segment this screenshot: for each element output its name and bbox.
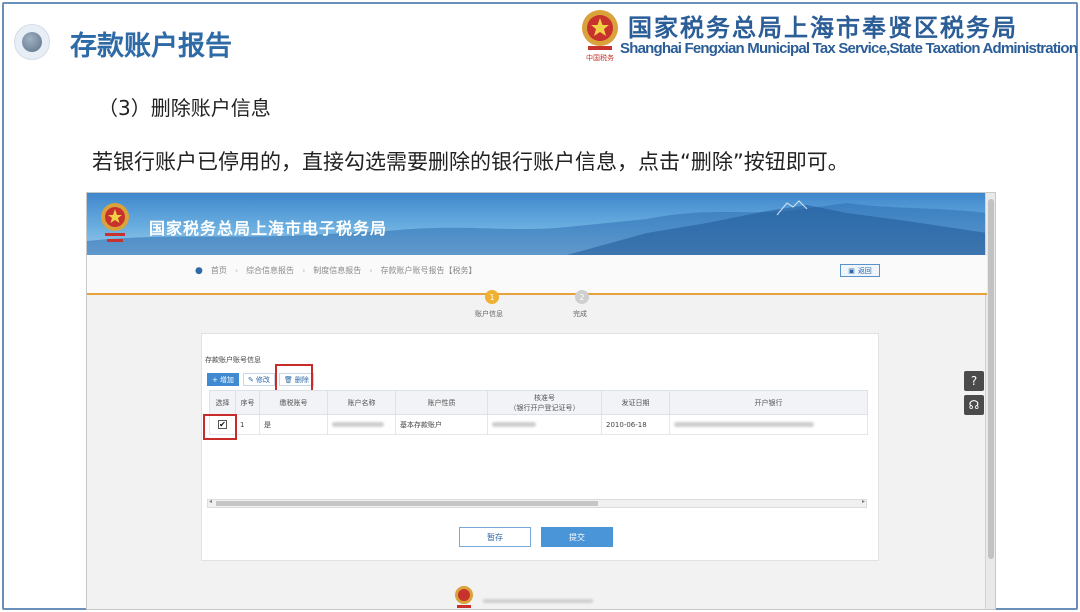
org-name-en: Shanghai Fengxian Municipal Tax Service,… — [620, 40, 1078, 57]
bullet-icon — [14, 24, 50, 60]
org-name-cn: 国家税务总局上海市奉贤区税务局 — [628, 14, 1018, 42]
back-icon: ▣ — [848, 266, 855, 275]
row-account-name — [327, 414, 396, 435]
footer-emblem-icon — [455, 586, 473, 608]
row-account-type: 基本存款账户 — [395, 414, 488, 435]
row-approval-no — [487, 414, 602, 435]
submit-button[interactable]: 提交 — [541, 527, 613, 547]
step-2-indicator: 2 — [575, 290, 589, 304]
breadcrumb-current: 存款账户账号报告【税务】 — [380, 266, 477, 275]
add-button[interactable]: + 增加 — [207, 373, 239, 386]
breadcrumb-level-1[interactable]: 综合信息报告 — [246, 265, 294, 276]
app-title: 国家税务总局上海市电子税务局 — [149, 219, 388, 238]
pencil-icon: ✎ — [248, 375, 254, 384]
row-tax-account: 是 — [259, 414, 328, 435]
breadcrumb-level-2[interactable]: 制度信息报告 — [313, 265, 361, 276]
col-header-bank: 开户银行 — [669, 390, 868, 415]
headset-icon[interactable]: ☊ — [964, 395, 984, 415]
col-header-account-type: 账户性质 — [395, 390, 488, 415]
plus-icon: + — [212, 375, 218, 384]
slide-title: 存款账户报告 — [70, 31, 232, 62]
back-button[interactable]: ▣ 返回 — [840, 264, 880, 277]
col-header-tax-account: 缴税账号 — [259, 390, 328, 415]
app-screenshot: 国家税务总局上海市电子税务局 ● 首页 › 综合信息报告 › 制度信息报告 › … — [86, 192, 996, 610]
col-header-issue-date: 发证日期 — [601, 390, 670, 415]
breadcrumb: ● 首页 › 综合信息报告 › 制度信息报告 › 存款账户账号报告【税务】 — [195, 265, 477, 276]
row-bank — [669, 414, 868, 435]
step-heading: （3）删除账户信息 — [98, 96, 271, 120]
panel-title: 存款账户账号信息 — [205, 356, 261, 364]
table-header-row: 选择 序号 缴税账号 账户名称 账户性质 核准号 （银行开户登记证号） 发证日期… — [209, 390, 868, 415]
help-icon[interactable]: ? — [964, 371, 984, 391]
account-table: 选择 序号 缴税账号 账户名称 账户性质 核准号 （银行开户登记证号） 发证日期… — [209, 390, 868, 435]
save-draft-button[interactable]: 暂存 — [459, 527, 531, 547]
table-row[interactable]: ✔ 1 是 基本存款账户 2010-06-18 — [209, 414, 868, 435]
location-pin-icon: ● — [195, 265, 203, 276]
step-2-label: 完成 — [573, 310, 587, 318]
breadcrumb-home[interactable]: 首页 — [211, 265, 227, 276]
app-banner: 国家税务总局上海市电子税务局 — [87, 193, 987, 255]
delete-highlight-box — [275, 364, 313, 392]
instruction-text: 若银行账户已停用的，直接勾选需要删除的银行账户信息，点击“删除”按钮即可。 — [92, 150, 849, 174]
tax-emblem-icon: 中国税务 — [582, 10, 618, 62]
col-header-select: 选择 — [209, 390, 236, 415]
horizontal-scrollbar[interactable]: ◂ ▸ — [207, 498, 867, 508]
edit-button[interactable]: ✎ 修改 — [243, 373, 275, 386]
col-header-seq: 序号 — [235, 390, 260, 415]
step-1-label: 账户信息 — [475, 310, 503, 318]
col-header-account-name: 账户名称 — [327, 390, 396, 415]
row-seq: 1 — [235, 414, 260, 435]
banner-emblem-icon — [101, 203, 129, 242]
checkbox-highlight-box — [203, 414, 237, 440]
svg-text:中国税务: 中国税务 — [586, 53, 614, 62]
row-issue-date: 2010-06-18 — [601, 414, 670, 435]
col-header-approval-no: 核准号 （银行开户登记证号） — [487, 390, 602, 415]
footer-text — [483, 597, 593, 605]
step-1-indicator: 1 — [485, 290, 499, 304]
